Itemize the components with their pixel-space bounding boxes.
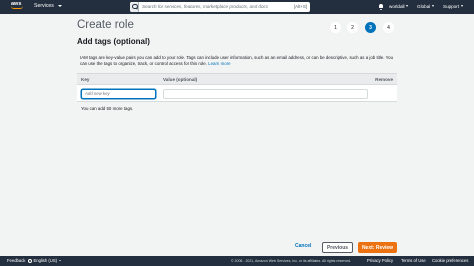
column-header-key: Key <box>81 77 90 83</box>
language-label: English (US) <box>33 258 58 264</box>
tag-key-input[interactable] <box>81 88 156 99</box>
search-shortcut-hint: [Alt+S] <box>293 4 307 9</box>
page-title: Create role <box>77 19 134 31</box>
chevron-down-icon <box>406 5 409 7</box>
search-input[interactable]: Search for services, features, marketpla… <box>142 4 294 9</box>
next-review-button[interactable]: Next: Review <box>358 242 397 253</box>
aws-logo[interactable]: aws <box>11 1 26 12</box>
chevron-down-icon <box>58 260 61 262</box>
step-1[interactable]: 1 <box>330 22 341 33</box>
bell-icon[interactable] <box>378 3 384 10</box>
support-label: Support <box>443 3 460 9</box>
previous-button[interactable]: Previous <box>322 242 353 253</box>
support-menu-button[interactable]: Support <box>443 4 463 9</box>
column-header-remove: Remove <box>375 77 393 83</box>
tags-table: Key Value (optional) Remove <box>77 73 397 102</box>
aws-logo-text: aws <box>11 1 22 7</box>
table-row <box>77 85 397 102</box>
cancel-button[interactable]: Cancel <box>295 243 311 249</box>
learn-more-link[interactable]: Learn more <box>208 61 230 66</box>
step-3-active: 3 <box>365 22 376 33</box>
terms-of-use-link[interactable]: Terms of Use <box>401 258 426 263</box>
privacy-policy-link[interactable]: Privacy Policy <box>367 258 393 263</box>
services-label: Services <box>34 3 54 9</box>
search-icon <box>130 1 139 12</box>
chevron-down-icon <box>57 5 62 7</box>
region-label: Global <box>417 3 431 9</box>
feedback-link[interactable]: Feedback <box>7 258 25 263</box>
globe-icon <box>28 258 32 263</box>
cookie-preferences-link[interactable]: Cookie preferences <box>432 258 468 263</box>
services-menu-button[interactable]: Services <box>34 3 62 9</box>
tag-value-input[interactable] <box>163 88 368 99</box>
step-2[interactable]: 2 <box>347 22 358 33</box>
footer-bar: Feedback English (US) © 2008 - 2021, Ama… <box>0 256 474 266</box>
top-navigation-bar: aws Services Search for services, featur… <box>0 0 474 14</box>
account-label: worldall <box>389 3 405 9</box>
section-title: Add tags (optional) <box>77 37 150 46</box>
chevron-down-icon <box>460 5 463 7</box>
column-header-value: Value (optional) <box>163 77 198 83</box>
description-text: IAM tags are key-value pairs you can add… <box>80 55 394 67</box>
copyright-text: © 2008 - 2021, Amazon Web Services, Inc.… <box>231 258 351 263</box>
chevron-down-icon <box>431 5 434 7</box>
tags-description: IAM tags are key-value pairs you can add… <box>80 55 400 68</box>
region-menu-button[interactable]: Global <box>417 4 434 9</box>
global-search-bar[interactable]: Search for services, features, marketpla… <box>130 1 310 12</box>
table-header: Key Value (optional) Remove <box>77 73 397 85</box>
remaining-tags-text: You can add 50 more tags. <box>81 106 134 111</box>
step-4: 4 <box>383 22 394 33</box>
language-selector[interactable]: English (US) <box>28 258 61 263</box>
account-menu-button[interactable]: worldall <box>389 3 409 9</box>
